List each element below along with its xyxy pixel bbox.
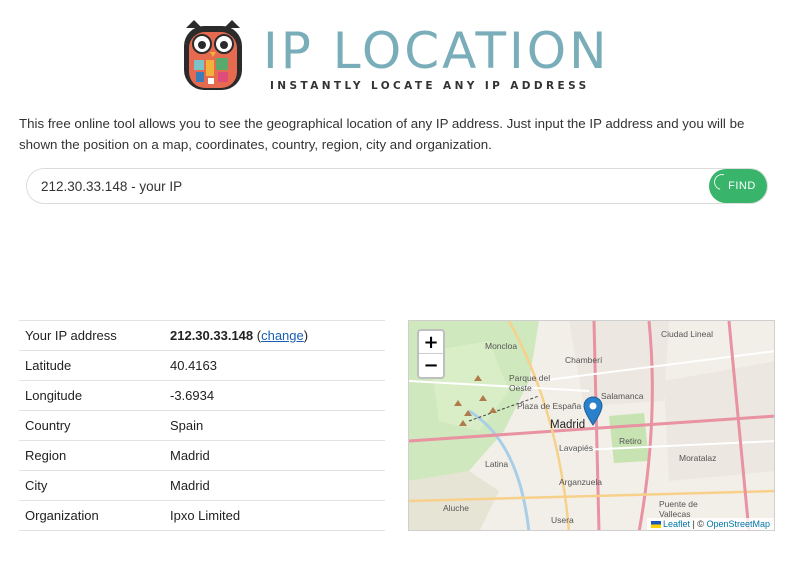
find-button-label: FIND [728, 180, 756, 192]
row-label: Your IP address [19, 320, 164, 351]
map-label: Lavapiés [559, 443, 594, 453]
map-label: Moratalaz [679, 453, 717, 463]
map-label: Chamberí [565, 355, 603, 365]
row-value: Spain [164, 410, 385, 441]
map-attribution: Leaflet | © OpenStreetMap [646, 518, 774, 530]
header: IP LOCATION INSTANTLY LOCATE ANY IP ADDR… [0, 0, 800, 108]
map-label: Parque del Oeste [509, 373, 551, 393]
table-row: Organization Ipxo Limited [19, 500, 385, 531]
find-button[interactable]: FIND [709, 169, 767, 203]
row-label: Region [19, 440, 164, 471]
map-label: Aluche [443, 503, 469, 513]
map-marker-icon[interactable] [583, 396, 603, 426]
leaflet-link[interactable]: Leaflet [663, 519, 690, 529]
owl-logo-icon [184, 20, 242, 90]
map-city-label: Madrid [550, 419, 586, 431]
row-label: Country [19, 410, 164, 441]
table-row: Country Spain [19, 410, 385, 441]
zoom-out-button[interactable]: − [419, 354, 443, 377]
openstreetmap-link[interactable]: OpenStreetMap [706, 519, 770, 529]
ip-search-input[interactable] [41, 169, 701, 203]
site-subtitle: INSTANTLY LOCATE ANY IP ADDRESS [270, 80, 590, 92]
row-label: Latitude [19, 350, 164, 381]
table-row: Region Madrid [19, 440, 385, 471]
ukraine-flag-icon [650, 521, 661, 528]
ip-value: 212.30.33.148 [170, 328, 254, 343]
table-row: City Madrid [19, 470, 385, 501]
map-label: Retiro [619, 436, 642, 446]
row-label: City [19, 470, 164, 501]
intro-text: This free online tool allows you to see … [19, 116, 745, 152]
table-row: Longitude -3.6934 [19, 380, 385, 411]
search-bar: FIND [26, 168, 768, 204]
attribution-separator: | © [689, 519, 707, 529]
map-label: Salamanca [601, 391, 644, 401]
location-map[interactable]: Moncloa Chamberí Ciudad Lineal Parque de… [408, 320, 775, 531]
map-label: Plaza de España [517, 401, 582, 411]
row-value: Madrid [164, 440, 385, 471]
map-label: Usera [551, 515, 574, 525]
change-ip-link[interactable]: change [261, 328, 304, 343]
row-label: Organization [19, 500, 164, 531]
ip-info-table: Your IP address 212.30.33.148 (change) L… [19, 320, 385, 531]
zoom-in-button[interactable]: + [419, 331, 443, 354]
ip-value-cell: 212.30.33.148 (change) [164, 320, 385, 351]
table-row: Latitude 40.4163 [19, 350, 385, 381]
row-value: 40.4163 [164, 350, 385, 381]
zoom-control: + − [417, 329, 445, 379]
row-value: Madrid [164, 470, 385, 501]
row-value: -3.6934 [164, 380, 385, 411]
row-value: Ipxo Limited [164, 500, 385, 531]
site-title: IP LOCATION [263, 22, 610, 80]
map-label: Arganzuela [559, 477, 603, 487]
map-label: Moncloa [485, 341, 518, 351]
map-label: Puente de Vallecas [659, 499, 698, 519]
table-row: Your IP address 212.30.33.148 (change) [19, 320, 385, 351]
map-label: Ciudad Lineal [661, 329, 713, 339]
map-tiles [409, 321, 774, 530]
row-label: Longitude [19, 380, 164, 411]
map-label: Latina [485, 459, 509, 469]
